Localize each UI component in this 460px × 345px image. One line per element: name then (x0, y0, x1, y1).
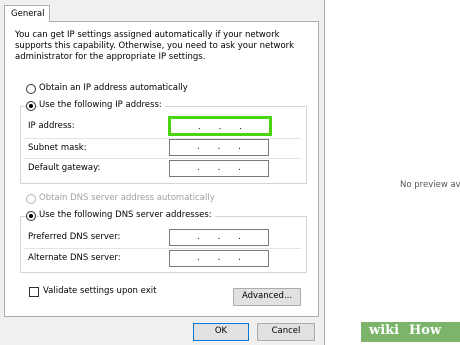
default-gateway-input[interactable]: ... (169, 160, 269, 177)
ip-address-input[interactable]: ... (168, 116, 272, 136)
default-gateway-label: Default gateway: (28, 163, 101, 173)
preferred-dns-input[interactable]: ... (169, 229, 269, 246)
tab-general-label: General (11, 9, 45, 19)
cancel-button[interactable]: Cancel (257, 323, 315, 341)
intro-text: You can get IP settings assigned automat… (15, 30, 295, 62)
wikihow-watermark: wiki How (361, 322, 460, 342)
subnet-mask-label: Subnet mask: (28, 143, 87, 153)
obtain-ip-auto-label: Obtain an IP address automatically (39, 83, 188, 93)
obtain-dns-auto-label: Obtain DNS server address automatically (39, 193, 215, 203)
use-following-dns-radio[interactable] (26, 211, 36, 221)
alternate-dns-label: Alternate DNS server: (28, 253, 121, 263)
tab-general[interactable]: General (4, 5, 50, 22)
watermark-wiki: wiki (369, 323, 400, 338)
ip-address-label: IP address: (28, 121, 75, 131)
obtain-ip-auto-radio[interactable] (26, 84, 36, 94)
alternate-dns-input[interactable]: ... (169, 250, 269, 267)
advanced-button[interactable]: Advanced... (233, 288, 301, 306)
preferred-dns-label: Preferred DNS server: (28, 232, 121, 242)
subnet-mask-input[interactable]: ... (169, 139, 269, 156)
use-following-dns-label: Use the following DNS server addresses: (39, 210, 215, 220)
separator (24, 158, 301, 159)
validate-settings-checkbox[interactable] (29, 287, 39, 297)
separator (24, 248, 301, 249)
use-following-ip-label: Use the following IP address: (39, 100, 165, 110)
ipv4-properties-dialog: General You can get IP settings assigned… (0, 0, 324, 345)
dialog-border (324, 0, 325, 345)
watermark-how: How (409, 323, 442, 338)
no-preview-text: No preview av (400, 180, 460, 190)
obtain-dns-auto-radio[interactable] (26, 194, 36, 204)
validate-settings-label: Validate settings upon exit (43, 286, 157, 296)
use-following-ip-radio[interactable] (26, 101, 36, 111)
ok-button[interactable]: OK (193, 323, 249, 341)
